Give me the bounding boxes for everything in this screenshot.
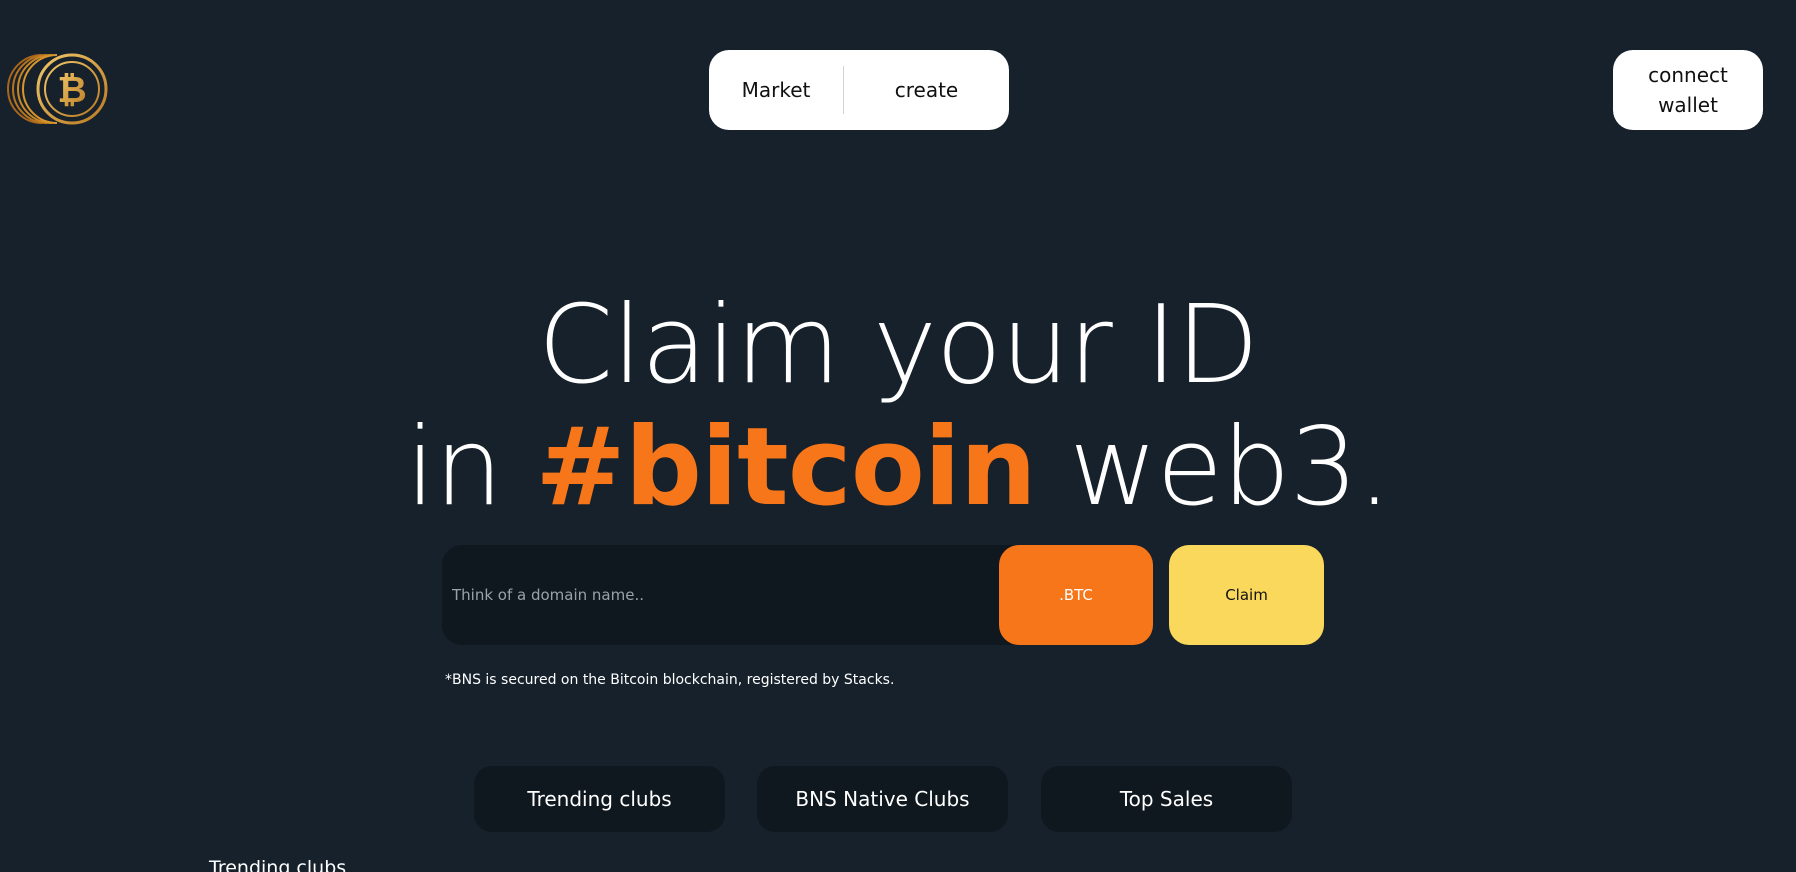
connect-wallet-button[interactable]: connect wallet [1613,50,1763,130]
bns-disclaimer: *BNS is secured on the Bitcoin blockchai… [445,672,895,688]
main-nav: Market create [709,50,1009,130]
hero-line2-suffix: web3. [1035,405,1391,530]
tab-top-sales[interactable]: Top Sales [1041,766,1292,832]
nav-market-link[interactable]: Market [709,80,843,100]
domain-search-input[interactable] [442,545,1034,645]
nav-create-link[interactable]: create [844,80,1009,100]
svg-text:₿: ₿ [57,70,86,111]
tab-bns-native-clubs[interactable]: BNS Native Clubs [757,766,1008,832]
bitcoin-coin-logo-icon[interactable]: ₿ [2,52,108,126]
section-heading: Trending clubs [209,857,347,872]
tld-btc-button[interactable]: .BTC [999,545,1153,645]
tab-trending-clubs[interactable]: Trending clubs [474,766,725,832]
hero-bitcoin-accent: #bitcoin [535,405,1037,530]
domain-search-box [442,545,1034,645]
hero-line2-prefix: in [405,405,536,530]
hero-title-line1: Claim your ID [537,283,1259,408]
hero-title-line2: in #bitcoin web3. [0,408,1796,528]
page: ₿ Market create connect wallet Claim you… [0,0,1796,872]
claim-button[interactable]: Claim [1169,545,1324,645]
